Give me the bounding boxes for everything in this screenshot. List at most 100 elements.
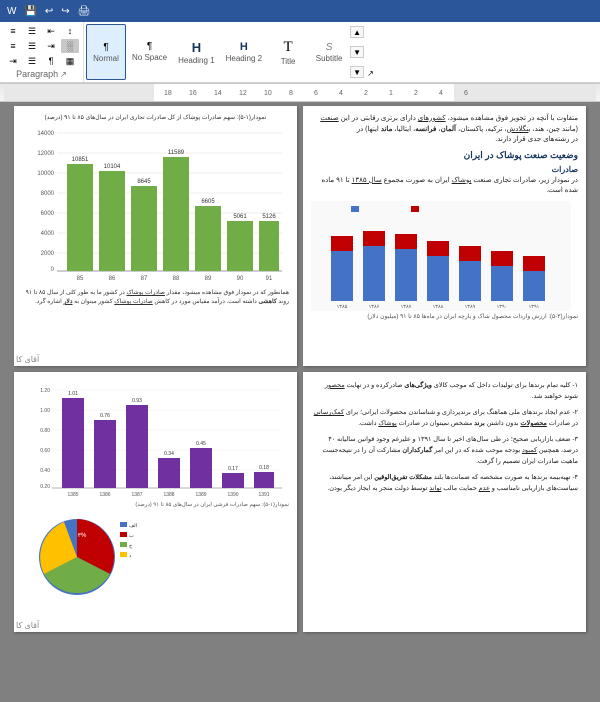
chart2-left-caption: نمودار(۱-۵): سهم صادرات فرشی ایران در سا… <box>22 502 289 508</box>
svg-text:11589: 11589 <box>168 150 185 156</box>
svg-text:الف: الف <box>129 523 137 529</box>
svg-text:87: 87 <box>141 276 148 282</box>
svg-text:10851: 10851 <box>72 157 89 163</box>
svg-text:0.60: 0.60 <box>40 448 50 454</box>
page1-right-intro2: در رشته‌های جدی قرار دارند. <box>311 135 578 146</box>
svg-text:۱۳۹۰: ۱۳۹۰ <box>497 304 508 310</box>
save-icon[interactable]: 💾 <box>21 4 39 19</box>
page1-right-export-text: در نمودار زیر، صادرات تجاری صنعت پوشاک ا… <box>311 176 578 197</box>
svg-text:5126: 5126 <box>262 214 276 220</box>
pages-container[interactable]: نمودار(۱-۵): سهم صادرات پوشاک از کل صادر… <box>0 102 600 702</box>
numbered-list-btn[interactable]: ☰ <box>23 39 41 53</box>
style-normal[interactable]: ¶ Normal <box>86 24 126 80</box>
decrease-indent-btn[interactable]: ⇤ <box>42 24 60 38</box>
style-h2-label: Heading 2 <box>226 54 262 63</box>
shading-btn[interactable]: ░ <box>61 39 79 53</box>
style-title[interactable]: T Title <box>268 24 308 80</box>
svg-text:10: 10 <box>264 90 272 97</box>
svg-text:0.45: 0.45 <box>196 441 206 447</box>
increase-indent-btn[interactable]: ⇥ <box>42 39 60 53</box>
chart2-caption: نمودار(۳-۵): ارزش واردات محصول شاک و پار… <box>311 313 578 320</box>
ruler-content: 18 16 14 12 10 8 6 4 2 1 2 4 6 <box>0 84 600 101</box>
style-normal-label: Normal <box>93 54 119 63</box>
styles-scroll-up[interactable]: ▲ <box>350 26 364 38</box>
style-h2-preview: H <box>240 41 248 53</box>
undo-icon[interactable]: ↩ <box>42 4 56 19</box>
style-heading2[interactable]: H Heading 2 <box>221 24 267 80</box>
svg-text:0.40: 0.40 <box>40 468 50 474</box>
svg-text:0.76: 0.76 <box>100 413 110 419</box>
svg-text:ج: ج <box>129 543 133 549</box>
bar-chart-2: 1.20 1.00 0.80 0.60 0.40 0.20 <box>22 380 289 500</box>
page1-left-text: همانطور که در نمودار فوق مشاهده میشود، م… <box>22 289 289 307</box>
word-icon[interactable]: W <box>4 4 19 19</box>
indent-btn[interactable]: ⇥ <box>4 54 22 68</box>
pie-chart: الف ب ج د ۳% <box>22 512 142 602</box>
section-exports: صادرات <box>311 165 578 174</box>
svg-text:2000: 2000 <box>41 251 55 257</box>
sort-btn[interactable]: ↕ <box>61 24 79 38</box>
paragraph-dialog-icon[interactable]: ↗ <box>60 70 67 79</box>
svg-text:88: 88 <box>173 276 180 282</box>
svg-text:6: 6 <box>314 90 318 97</box>
svg-text:5061: 5061 <box>233 214 247 220</box>
style-no-space[interactable]: ¶ No Space <box>127 24 172 80</box>
style-h1-label: Heading 1 <box>178 56 214 65</box>
redo-icon[interactable]: ↪ <box>58 4 72 19</box>
svg-text:1388: 1388 <box>163 492 174 498</box>
bullet-list-btn[interactable]: ☰ <box>23 24 41 38</box>
page-row-1: نمودار(۱-۵): سهم صادرات پوشاک از کل صادر… <box>4 106 596 366</box>
styles-scroll-buttons: ▲ ▼ ▼ <box>350 24 364 80</box>
list-item-2: ۲- عدم ایجاد برندهای ملی هماهنگ برای برن… <box>311 407 578 429</box>
svg-text:1390: 1390 <box>227 492 238 498</box>
styles-dialog-launcher[interactable]: ↗ <box>365 24 376 80</box>
svg-text:8000: 8000 <box>41 191 55 197</box>
style-heading1[interactable]: H Heading 1 <box>173 24 219 80</box>
svg-text:2: 2 <box>364 90 368 97</box>
styles-scroll-down[interactable]: ▼ <box>350 46 364 58</box>
style-subtitle[interactable]: S Subtitle <box>309 24 349 80</box>
chart1-title: نمودار(۱-۵): سهم صادرات پوشاک از کل صادر… <box>22 114 289 121</box>
svg-text:12000: 12000 <box>37 151 54 157</box>
section-title-poslak: وضعیت صنعت پوشاک در ایران <box>311 150 578 161</box>
document-area: نمودار(۱-۵): سهم صادرات پوشاک از کل صادر… <box>0 102 600 702</box>
page-2-left: 1.20 1.00 0.80 0.60 0.40 0.20 <box>14 372 297 632</box>
svg-text:1385: 1385 <box>67 492 78 498</box>
svg-text:1.00: 1.00 <box>40 408 50 414</box>
svg-text:12: 12 <box>239 90 247 97</box>
svg-text:1386: 1386 <box>99 492 110 498</box>
svg-text:14000: 14000 <box>37 131 54 137</box>
svg-text:د: د <box>129 553 131 559</box>
svg-text:4000: 4000 <box>41 231 55 237</box>
svg-text:0.80: 0.80 <box>40 428 50 434</box>
svg-text:۱۳۸۷: ۱۳۸۷ <box>401 304 412 310</box>
align-left-btn[interactable]: ≡ <box>4 24 22 38</box>
bar-chart-1: 14000 12000 10000 8000 6000 4000 2000 0 <box>22 123 289 283</box>
svg-text:0.18: 0.18 <box>259 465 269 471</box>
paragraph-mark-btn[interactable]: ¶ <box>42 54 60 68</box>
svg-text:0.20: 0.20 <box>40 484 50 490</box>
multilevel-list-btn[interactable]: ☰ <box>23 54 41 68</box>
border-btn[interactable]: ▦ <box>61 54 79 68</box>
svg-text:0.93: 0.93 <box>132 398 142 404</box>
svg-text:91: 91 <box>266 276 273 282</box>
styles-more[interactable]: ▼ <box>350 66 364 78</box>
svg-text:1391: 1391 <box>258 492 269 498</box>
svg-text:85: 85 <box>77 276 84 282</box>
paragraph-label: Paragraph ↗ <box>4 68 79 80</box>
svg-text:14: 14 <box>214 90 222 97</box>
ribbon: W 💾 ↩ ↪ 🖨 ≡ ≡ ⇥ ☰ ☰ ☰ ⇤ <box>0 0 600 84</box>
page2-right-list: ۱- کلیه تمام برندها برای تولیدات داخل که… <box>311 380 578 494</box>
svg-text:6: 6 <box>464 90 468 97</box>
svg-text:۱۳۸۵: ۱۳۸۵ <box>337 304 348 310</box>
spacing-buttons: ⇤ ⇥ ¶ <box>42 24 60 68</box>
svg-text:1.20: 1.20 <box>40 388 50 394</box>
align-right-btn[interactable]: ≡ <box>4 39 22 53</box>
style-subtitle-label: Subtitle <box>316 54 343 63</box>
svg-text:۱۳۹۱: ۱۳۹۱ <box>529 304 540 310</box>
ribbon-main-row: ≡ ≡ ⇥ ☰ ☰ ☰ ⇤ ⇥ ¶ ↕ ░ ▦ <box>0 22 600 83</box>
print-preview-icon[interactable]: 🖨 <box>75 4 94 19</box>
svg-text:۱۳۸۶: ۱۳۸۶ <box>369 304 380 310</box>
svg-text:10104: 10104 <box>104 164 121 170</box>
page1-right-intro: متفاوت با آنچه در تجویز فوق مشاهده میشود… <box>311 114 578 135</box>
